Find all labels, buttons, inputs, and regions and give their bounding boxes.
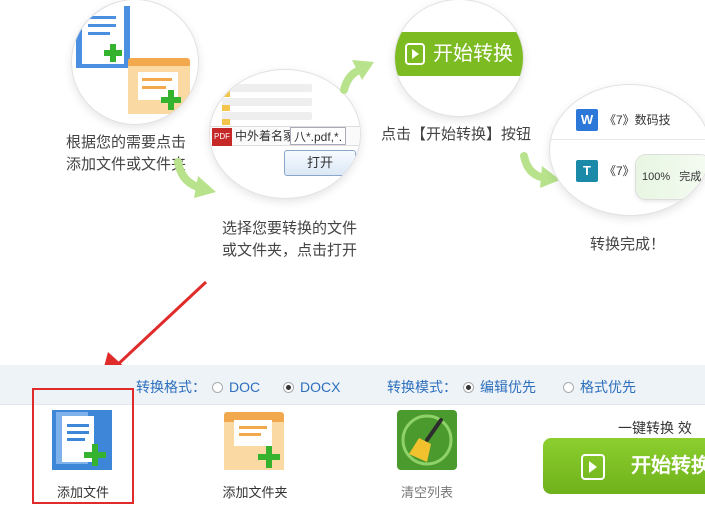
step1-line1: 根据您的需要点击 [66, 134, 187, 151]
converted-file-row: W 《7》数码技 [550, 100, 705, 140]
format-label: 转换格式： [136, 379, 206, 395]
start-convert-preview-label: 开始转换 [433, 43, 513, 65]
format-doc-label: DOC [229, 379, 261, 395]
progress-percent: 100% [642, 171, 671, 183]
mode-label: 转换模式： [387, 379, 457, 395]
mode-layout-option[interactable]: 格式优先 [563, 379, 636, 395]
text-doc-icon: T [576, 160, 598, 182]
converted-file-name: 《7》 [604, 164, 635, 178]
format-docx-option[interactable]: DOCX [283, 379, 340, 395]
step1-illustration [72, 0, 198, 124]
quick-convert-label: 一键转换 效 [618, 420, 692, 436]
progress-status: 完成 [679, 171, 702, 183]
file-type-filter: 八*.pdf,*. [290, 127, 347, 145]
step3-illustration: 开始转换 [395, 0, 523, 116]
selected-file-row: PDF 中外着名冢 八*.pdf,*. [210, 126, 360, 146]
step-arrow-icon [174, 158, 216, 198]
start-convert-button[interactable]: 开始转换 [543, 438, 705, 494]
start-convert-preview: 开始转换 [395, 32, 523, 76]
add-folder-button[interactable]: 添加文件夹 [210, 410, 300, 502]
start-convert-label: 开始转换 [631, 455, 705, 477]
step1-text: 根据您的需要点击 添加文件或文件夹 [66, 132, 186, 176]
step2-line2: 或文件夹，点击打开 [222, 242, 358, 259]
radio-selected-icon[interactable] [463, 382, 474, 393]
format-doc-option[interactable]: DOC [212, 379, 260, 395]
step4-illustration: W 《7》数码技 T 《7》 100% 完成 [550, 85, 705, 215]
clear-list-label: 清空列表 [400, 485, 453, 500]
mode-edit-option[interactable]: 编辑优先 [463, 379, 536, 395]
mode-layout-label: 格式优先 [580, 379, 636, 395]
format-docx-label: DOCX [300, 379, 341, 395]
radio-icon[interactable] [563, 382, 574, 393]
clear-list-button[interactable]: 清空列表 [382, 410, 472, 502]
add-folder-icon [224, 412, 284, 470]
converted-file-name: 《7》数码技 [604, 113, 671, 127]
radio-selected-icon[interactable] [283, 382, 294, 393]
radio-icon[interactable] [212, 382, 223, 393]
step-arrow-icon [340, 60, 374, 94]
step3-text: 点击【开始转换】按钮 [381, 126, 532, 143]
add-folder-label: 添加文件夹 [222, 485, 288, 500]
step2-line1: 选择您要转换的文件 [222, 220, 358, 237]
step4-text: 转换完成！ [590, 236, 666, 253]
file-name: 中外着名冢 [235, 129, 296, 143]
mode-edit-label: 编辑优先 [480, 379, 536, 395]
play-icon [405, 43, 425, 65]
step1-line2: 添加文件或文件夹 [66, 156, 187, 173]
highlight-frame [32, 388, 134, 504]
play-icon [581, 454, 605, 480]
add-file-illustration-icon [76, 6, 190, 114]
file-list-preview [222, 78, 312, 126]
progress-indicator: 100% 完成 [636, 155, 705, 199]
pdf-icon: PDF [212, 128, 232, 146]
open-button: 打开 [284, 150, 356, 176]
broom-icon [397, 410, 457, 470]
step2-text: 选择您要转换的文件 或文件夹，点击打开 [222, 218, 357, 262]
word-doc-icon: W [576, 109, 598, 131]
